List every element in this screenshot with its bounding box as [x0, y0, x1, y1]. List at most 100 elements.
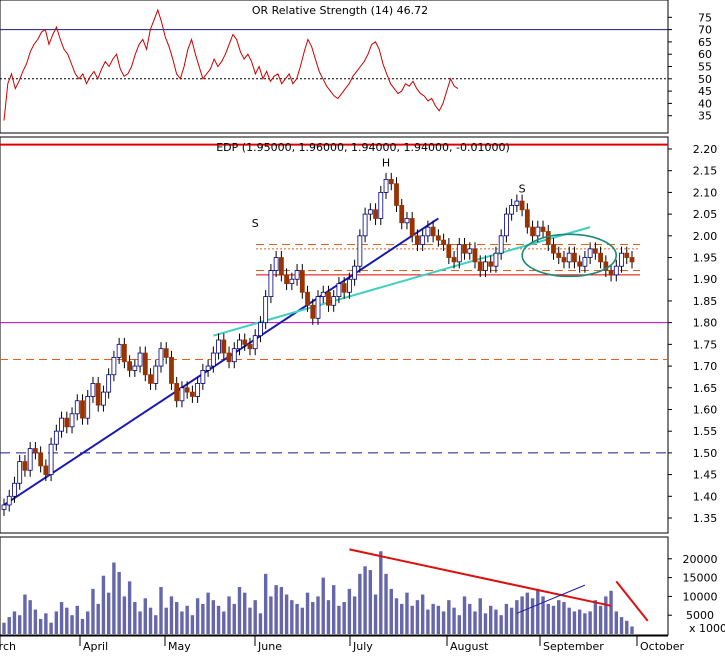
volume-bar [248, 607, 252, 634]
volume-bar [572, 611, 577, 634]
volume-bar [577, 609, 582, 634]
volume-bar [358, 573, 362, 634]
volume-bar [567, 607, 571, 634]
candle-body [85, 396, 91, 419]
candle-body [592, 248, 598, 254]
volume-bar [38, 618, 43, 634]
candle-body [373, 209, 378, 219]
candle-body [346, 278, 352, 293]
candle-body [498, 235, 504, 254]
candle-body [64, 417, 70, 428]
candle-body [273, 257, 279, 271]
candle-body [289, 278, 295, 284]
rsi-tick-label: 70 [698, 24, 712, 37]
volume-bar [384, 573, 388, 634]
price-tick-label: 1.70 [693, 360, 718, 373]
candle-body [95, 383, 101, 406]
volume-bar [243, 592, 247, 634]
volume-bar [332, 585, 336, 634]
price-tick-label: 2.20 [693, 143, 718, 156]
candle-body [189, 391, 195, 397]
candle-body [551, 244, 556, 254]
candle-body [216, 339, 221, 354]
volume-bar [258, 613, 263, 634]
price-tick-label: 1.50 [693, 447, 718, 460]
candle-body [210, 352, 216, 367]
candle-body [142, 352, 148, 376]
candle-body [43, 465, 49, 475]
month-label: May [168, 640, 191, 652]
candle-body [613, 265, 619, 276]
volume-bar [525, 592, 530, 634]
candle-body [388, 178, 394, 185]
volume-bar [44, 613, 48, 634]
volume-bar [583, 613, 587, 634]
month-label: March [0, 640, 16, 652]
candle-body [195, 383, 201, 397]
volume-bar [49, 622, 53, 634]
volume-bar [389, 588, 393, 634]
volume-bar [326, 600, 331, 634]
candle-body [477, 261, 483, 271]
volume-bar [96, 603, 100, 634]
price-tick-label: 2.15 [693, 165, 718, 178]
volume-bar [447, 600, 451, 634]
volume-bar [195, 598, 200, 634]
candle-body [247, 343, 253, 350]
volume-bar [452, 607, 456, 634]
candle-body [415, 235, 420, 245]
candle-body [179, 387, 185, 402]
volume-bar [630, 626, 634, 634]
volume-bar [232, 603, 236, 634]
candle-body [6, 495, 12, 506]
candle-body [116, 343, 122, 358]
candle-body [430, 226, 436, 237]
candle-body [17, 461, 23, 484]
candle-body [451, 257, 457, 263]
candle-body [399, 205, 405, 224]
candle-body [305, 291, 310, 306]
price-tick-label: 2.00 [693, 230, 718, 243]
month-label: August [450, 640, 489, 652]
volume-bar [562, 602, 566, 634]
volume-bar [75, 605, 79, 634]
candle-body [221, 339, 227, 354]
candle-body [629, 257, 635, 263]
price-tick-label: 2.10 [693, 186, 718, 199]
candle-body [153, 365, 159, 384]
price-tick-label: 1.65 [693, 382, 718, 395]
candle-body [121, 343, 127, 363]
volume-bar [625, 620, 629, 634]
rsi-tick-label: 40 [698, 97, 712, 110]
volume-bar [290, 600, 294, 634]
price-tick-label: 1.45 [693, 469, 718, 482]
volume-bar [368, 570, 373, 634]
volume-unit-label: x 1000 [689, 622, 725, 635]
candle-body [1, 504, 7, 510]
price-tick-label: 1.55 [693, 425, 718, 438]
volume-bar [112, 562, 116, 634]
price-tick-label: 1.60 [693, 403, 718, 416]
volume-bar [154, 615, 158, 634]
volume-tick-label: 20000 [683, 553, 718, 566]
candle-body [519, 200, 525, 211]
volume-bar [148, 607, 153, 634]
candle-body [294, 270, 300, 280]
volume-bar [300, 607, 304, 634]
volume-bar [468, 603, 472, 634]
month-label: April [83, 640, 108, 652]
candle-body [69, 413, 75, 428]
volume-bar [143, 598, 147, 634]
candle-body [577, 261, 583, 267]
volume-bar [211, 600, 216, 634]
volume-bar [321, 577, 325, 634]
volume-bar [342, 602, 346, 634]
rsi-tick-label: 65 [698, 36, 712, 49]
month-label: September [543, 640, 604, 652]
candle-body [90, 383, 96, 397]
volume-bar [478, 598, 482, 634]
candle-body [556, 252, 562, 258]
candle-body [545, 231, 551, 245]
rsi-title: OR Relative Strength (14) 46.72 [252, 4, 428, 17]
volume-bar [504, 603, 509, 634]
